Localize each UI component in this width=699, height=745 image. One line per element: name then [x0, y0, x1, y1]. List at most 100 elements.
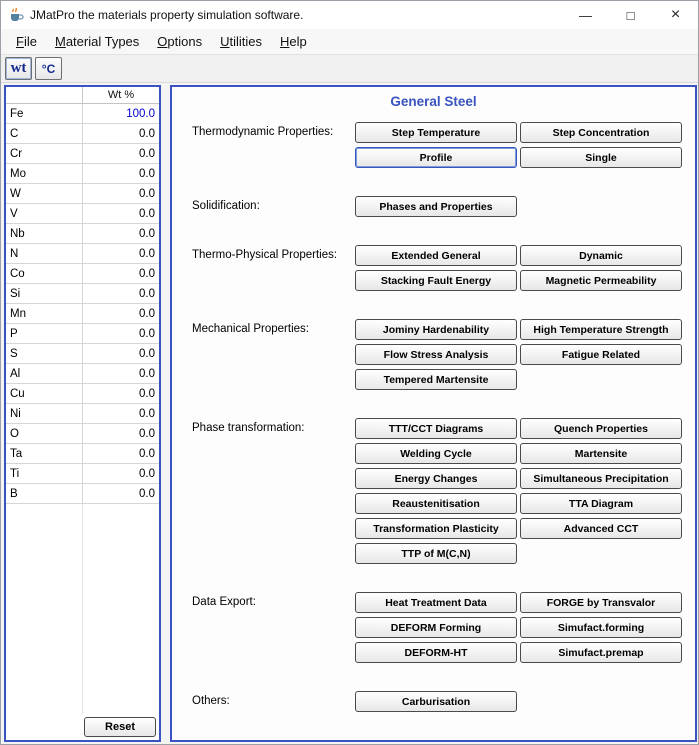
- celsius-button[interactable]: °C: [35, 57, 62, 80]
- menu-bar: File Material Types Options Utilities Help: [1, 29, 698, 55]
- composition-table: Fe 100.0 C 0.0 Cr 0.0 Mo 0.0 W 0.0 V 0.0 Nb 0.0 N 0.0 Co…: [6, 104, 159, 504]
- composition-row-ta: Ta 0.0: [6, 444, 159, 464]
- element-value-cell[interactable]: 0.0: [83, 344, 159, 363]
- high-temperature-strength-button[interactable]: High Temperature Strength: [520, 319, 682, 340]
- element-value-cell[interactable]: 0.0: [83, 244, 159, 263]
- minimize-button[interactable]: —: [563, 1, 608, 29]
- element-value-cell[interactable]: 0.0: [83, 184, 159, 203]
- element-value-cell[interactable]: 0.0: [83, 304, 159, 323]
- ttp-of-m-c-n-button[interactable]: TTP of M(C,N): [355, 543, 517, 564]
- dynamic-button[interactable]: Dynamic: [520, 245, 682, 266]
- carburisation-button[interactable]: Carburisation: [355, 691, 517, 712]
- tempered-martensite-button[interactable]: Tempered Martensite: [355, 369, 517, 390]
- magnetic-permeability-button[interactable]: Magnetic Permeability: [520, 270, 682, 291]
- menu-options[interactable]: Options: [148, 31, 211, 52]
- stacking-fault-energy-button[interactable]: Stacking Fault Energy: [355, 270, 517, 291]
- element-name: Ti: [6, 464, 83, 483]
- element-value-cell[interactable]: 0.0: [83, 124, 159, 143]
- element-value-cell[interactable]: 0.0: [83, 144, 159, 163]
- transformation-plasticity-button[interactable]: Transformation Plasticity: [355, 518, 517, 539]
- composition-row-p: P 0.0: [6, 324, 159, 344]
- section-buttons: Heat Treatment Data FORGE by Transvalor DE…: [355, 592, 685, 663]
- welding-cycle-button[interactable]: Welding Cycle: [355, 443, 517, 464]
- section-solidification: Solidification: Phases and Properties: [172, 196, 695, 217]
- weight-percent-button[interactable]: wt: [5, 57, 32, 80]
- fatigue-related-button[interactable]: Fatigue Related: [520, 344, 682, 365]
- section-thermo-physical-properties: Thermo-Physical Properties: Extended Gene…: [172, 245, 695, 291]
- profile-button[interactable]: Profile: [355, 147, 517, 168]
- element-value-cell[interactable]: 0.0: [83, 384, 159, 403]
- composition-row-n: N 0.0: [6, 244, 159, 264]
- section-label: Others:: [192, 695, 230, 707]
- tta-diagram-button[interactable]: TTA Diagram: [520, 493, 682, 514]
- section-mechanical-properties: Mechanical Properties: Jominy Hardenabili…: [172, 319, 695, 390]
- step-concentration-button[interactable]: Step Concentration: [520, 122, 682, 143]
- section-buttons: Carburisation: [355, 691, 685, 712]
- element-value-cell[interactable]: 0.0: [83, 224, 159, 243]
- element-name: B: [6, 484, 83, 503]
- element-value-cell[interactable]: 0.0: [83, 284, 159, 303]
- composition-table-header: Wt %: [6, 87, 159, 104]
- element-name: Mn: [6, 304, 83, 323]
- element-name: S: [6, 344, 83, 363]
- section-data-export: Data Export: Heat Treatment Data FORGE by …: [172, 592, 695, 663]
- element-name: Cu: [6, 384, 83, 403]
- element-value-cell[interactable]: 0.0: [83, 364, 159, 383]
- element-value-cell[interactable]: 0.0: [83, 264, 159, 283]
- section-label: Phase transformation:: [192, 422, 305, 434]
- phases-and-properties-button[interactable]: Phases and Properties: [355, 196, 517, 217]
- deform-forming-button[interactable]: DEFORM Forming: [355, 617, 517, 638]
- element-value-cell[interactable]: 0.0: [83, 324, 159, 343]
- energy-changes-button[interactable]: Energy Changes: [355, 468, 517, 489]
- reset-row: Reset: [6, 714, 159, 740]
- composition-row-fe: Fe 100.0: [6, 104, 159, 124]
- composition-row-nb: Nb 0.0: [6, 224, 159, 244]
- composition-row-w: W 0.0: [6, 184, 159, 204]
- section-phase-transformation: Phase transformation: TTT/CCT Diagrams Que…: [172, 418, 695, 564]
- section-others: Others: Carburisation: [172, 691, 695, 712]
- maximize-button[interactable]: □: [608, 1, 653, 29]
- section-buttons: Extended General Dynamic Stacking Fault En…: [355, 245, 685, 291]
- composition-row-al: Al 0.0: [6, 364, 159, 384]
- simufact-forming-button[interactable]: Simufact.forming: [520, 617, 682, 638]
- forge-by-transvalor-button[interactable]: FORGE by Transvalor: [520, 592, 682, 613]
- simultaneous-precipitation-button[interactable]: Simultaneous Precipitation: [520, 468, 682, 489]
- menu-utilities[interactable]: Utilities: [211, 31, 271, 52]
- advanced-cct-button[interactable]: Advanced CCT: [520, 518, 682, 539]
- element-value-cell[interactable]: 0.0: [83, 404, 159, 423]
- extended-general-button[interactable]: Extended General: [355, 245, 517, 266]
- element-value-cell[interactable]: 0.0: [83, 204, 159, 223]
- element-name: P: [6, 324, 83, 343]
- menu-material-types[interactable]: Material Types: [46, 31, 148, 52]
- martensite-button[interactable]: Martensite: [520, 443, 682, 464]
- close-button[interactable]: ×: [653, 1, 698, 29]
- element-value-cell[interactable]: 0.0: [83, 484, 159, 503]
- menu-help[interactable]: Help: [271, 31, 316, 52]
- heat-treatment-data-button[interactable]: Heat Treatment Data: [355, 592, 517, 613]
- section-label: Solidification:: [192, 200, 260, 212]
- quench-properties-button[interactable]: Quench Properties: [520, 418, 682, 439]
- composition-row-v: V 0.0: [6, 204, 159, 224]
- element-name: Al: [6, 364, 83, 383]
- element-value-cell[interactable]: 0.0: [83, 464, 159, 483]
- deform-ht-button[interactable]: DEFORM-HT: [355, 642, 517, 663]
- single-button[interactable]: Single: [520, 147, 682, 168]
- element-name: Mo: [6, 164, 83, 183]
- simufact-premap-button[interactable]: Simufact.premap: [520, 642, 682, 663]
- element-value-cell[interactable]: 0.0: [83, 444, 159, 463]
- composition-row-cu: Cu 0.0: [6, 384, 159, 404]
- element-value-cell[interactable]: 100.0: [83, 104, 159, 123]
- flow-stress-analysis-button[interactable]: Flow Stress Analysis: [355, 344, 517, 365]
- jominy-hardenability-button[interactable]: Jominy Hardenability: [355, 319, 517, 340]
- reset-button[interactable]: Reset: [84, 717, 156, 737]
- element-name: Ni: [6, 404, 83, 423]
- menu-file[interactable]: File: [7, 31, 46, 52]
- element-value-cell[interactable]: 0.0: [83, 424, 159, 443]
- reaustenitisation-button[interactable]: Reaustenitisation: [355, 493, 517, 514]
- element-value-cell[interactable]: 0.0: [83, 164, 159, 183]
- composition-row-si: Si 0.0: [6, 284, 159, 304]
- window-title: JMatPro the materials property simulatio…: [30, 8, 304, 22]
- step-temperature-button[interactable]: Step Temperature: [355, 122, 517, 143]
- ttt-cct-diagrams-button[interactable]: TTT/CCT Diagrams: [355, 418, 517, 439]
- element-name: W: [6, 184, 83, 203]
